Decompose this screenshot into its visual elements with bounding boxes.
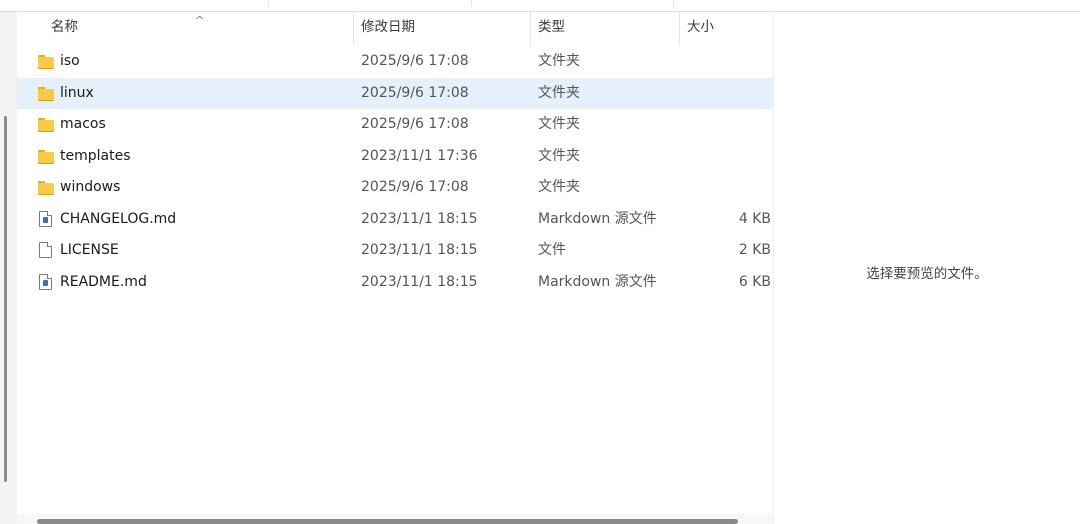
file-type: 文件夹: [538, 179, 580, 195]
file-name: linux: [60, 84, 94, 101]
column-header-date-label: 修改日期: [361, 19, 415, 35]
folder-icon: [38, 181, 54, 195]
toolbar-divider: [268, 0, 269, 6]
column-header-name[interactable]: 名称: [17, 12, 353, 45]
file-type: 文件夹: [538, 116, 580, 132]
preview-pane: 选择要预览的文件。: [773, 12, 1080, 524]
column-header-size-label: 大小: [687, 19, 714, 35]
folder-icon: [38, 55, 54, 69]
sort-ascending-icon: ^: [195, 14, 205, 27]
column-header-type[interactable]: 类型: [530, 12, 679, 45]
file-date: 2023/11/1 18:15: [361, 210, 478, 227]
file-date: 2025/9/6 17:08: [361, 84, 469, 101]
file-date: 2025/9/6 17:08: [361, 179, 469, 195]
file-type: 文件夹: [538, 53, 580, 69]
file-size: 6 KB: [738, 273, 771, 290]
file-date: 2023/11/1 18:15: [361, 273, 478, 290]
file-name: README.md: [60, 273, 147, 290]
toolbar-edge: [0, 0, 1080, 12]
horizontal-scrollbar-thumb[interactable]: [37, 519, 738, 524]
column-header-row: 名称 ^ 修改日期 类型 大小: [17, 12, 773, 45]
markdown-file-icon: [38, 210, 54, 227]
column-header-type-label: 类型: [538, 19, 565, 35]
navigation-pane-scrollbar[interactable]: [4, 116, 7, 482]
file-list: iso 2025/9/6 17:08 文件夹 linux 2025/9/6 17…: [17, 46, 773, 298]
folder-icon: [38, 149, 54, 164]
file-name: CHANGELOG.md: [60, 210, 177, 227]
file-size: 4 KB: [738, 210, 771, 227]
file-date: 2025/9/6 17:08: [361, 53, 469, 69]
file-row-selected[interactable]: linux 2025/9/6 17:08 文件夹: [17, 77, 773, 109]
column-header-date[interactable]: 修改日期: [353, 12, 530, 45]
file-type: 文件夹: [538, 147, 580, 164]
file-row[interactable]: templates 2023/11/1 17:36 文件夹: [17, 141, 773, 173]
file-type: Markdown 源文件: [538, 273, 657, 290]
file-name: iso: [60, 53, 80, 69]
file-row[interactable]: iso 2025/9/6 17:08 文件夹: [17, 46, 773, 78]
file-row[interactable]: LICENSE 2023/11/1 18:15 文件 2 KB: [17, 235, 773, 267]
file-row[interactable]: macos 2025/9/6 17:08 文件夹: [17, 109, 773, 141]
column-header-name-label: 名称: [51, 19, 78, 35]
file-row[interactable]: windows 2025/9/6 17:08 文件夹: [17, 172, 773, 204]
file-icon: [38, 242, 54, 258]
folder-icon: [38, 86, 54, 101]
toolbar-divider: [471, 0, 472, 6]
file-row[interactable]: README.md 2023/11/1 18:15 Markdown 源文件 6…: [17, 267, 773, 299]
file-name: templates: [60, 147, 131, 164]
toolbar-divider: [673, 0, 674, 6]
file-date: 2023/11/1 17:36: [361, 147, 478, 164]
file-explorer-window: 名称 ^ 修改日期 类型 大小 iso 2025/9/6 17:08 文件夹 l…: [0, 0, 1080, 524]
file-name: macos: [60, 116, 106, 132]
file-name: LICENSE: [60, 242, 119, 258]
file-date: 2023/11/1 18:15: [361, 242, 478, 258]
navigation-pane-edge: [0, 12, 17, 524]
file-type: Markdown 源文件: [538, 210, 657, 227]
file-date: 2025/9/6 17:08: [361, 116, 469, 132]
folder-icon: [38, 118, 54, 132]
file-type: 文件: [538, 242, 566, 258]
file-name: windows: [60, 179, 121, 195]
file-size: 2 KB: [738, 242, 771, 258]
markdown-file-icon: [38, 273, 54, 290]
file-type: 文件夹: [538, 84, 580, 101]
file-row[interactable]: CHANGELOG.md 2023/11/1 18:15 Markdown 源文…: [17, 204, 773, 236]
preview-placeholder-text: 选择要预览的文件。: [866, 266, 988, 282]
column-header-size[interactable]: 大小: [679, 12, 773, 45]
